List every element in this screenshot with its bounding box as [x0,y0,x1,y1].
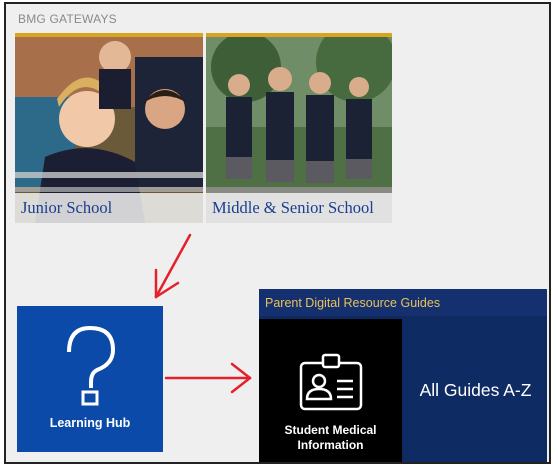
junior-school-label: Junior School [15,193,203,223]
all-guides-az-label: All Guides A-Z [419,380,532,400]
parent-guides-header: Parent Digital Resource Guides [259,289,547,316]
student-medical-tile[interactable]: Student Medical Information [259,319,402,462]
learning-hub-label: Learning Hub [49,416,131,430]
student-medical-label: Student Medical Information [259,423,402,453]
parent-guides-panel: Parent Digital Resource Guides Student M… [259,289,547,462]
all-guides-az-tile[interactable]: All Guides A-Z [404,319,547,462]
junior-school-tile[interactable]: Junior School [15,33,203,223]
section-title: BMG GATEWAYS [18,12,117,26]
middle-senior-school-tile[interactable]: Middle & Senior School [206,33,392,223]
learning-hub-tile[interactable]: Learning Hub [17,306,163,452]
question-mark-icon [67,325,116,406]
middle-senior-school-label: Middle & Senior School [206,193,392,223]
student-medical-label-line2: Information [297,438,364,452]
student-medical-label-line1: Student Medical [284,423,377,437]
